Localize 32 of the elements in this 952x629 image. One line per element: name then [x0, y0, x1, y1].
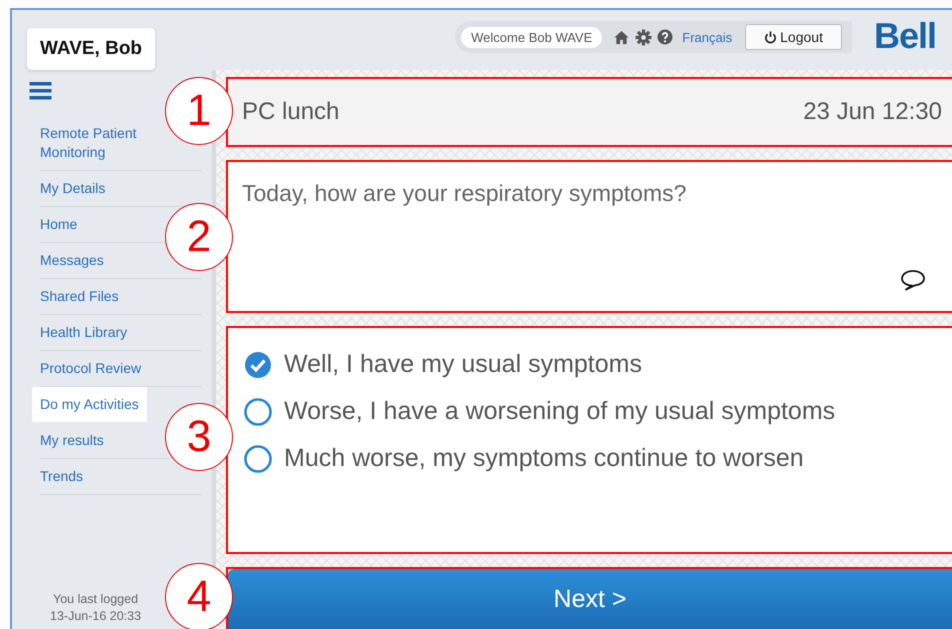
next-button[interactable]: Next > [228, 569, 952, 629]
activity-time: 23 Jun 12:30 [803, 98, 942, 126]
radio-button[interactable] [244, 444, 272, 472]
nav-item[interactable]: Messages [40, 243, 104, 278]
nav-item[interactable]: Remote Patient Monitoring [40, 124, 165, 170]
power-icon [764, 30, 778, 44]
option-label[interactable]: Much worse, my symptoms continue to worsen [284, 444, 804, 473]
nav-item[interactable]: My results [40, 423, 104, 458]
settings-icon[interactable] [635, 28, 652, 46]
option-label[interactable]: Worse, I have a worsening of my usual symptoms [284, 397, 836, 426]
last-login-text: 13-Jun-16 20:33 [50, 608, 142, 625]
nav-item[interactable]: Health Library [40, 315, 128, 350]
option-label[interactable]: Well, I have my usual symptoms [284, 350, 642, 379]
speech-bubble-icon[interactable] [900, 269, 926, 291]
nav-item[interactable]: Do my Activities [32, 387, 147, 422]
nav-item[interactable]: Protocol Review [40, 351, 142, 386]
radio-checked-icon[interactable] [244, 350, 272, 378]
logout-button[interactable]: Logout [745, 24, 842, 50]
nav-item[interactable]: My Details [40, 171, 106, 206]
home-icon[interactable] [613, 30, 630, 44]
radio-button[interactable] [244, 398, 272, 426]
help-icon[interactable] [657, 29, 674, 45]
last-login-text: You last logged [53, 591, 138, 608]
menu-icon[interactable] [29, 82, 52, 100]
nav-item[interactable]: Trends [40, 459, 84, 494]
language-link[interactable]: Français [682, 30, 732, 44]
welcome-label: Welcome Bob WAVE [461, 26, 602, 48]
logo: Bell [872, 15, 937, 57]
activity-title: PC lunch [242, 98, 340, 126]
question-text: Today, how are your respiratory symptoms? [242, 180, 688, 207]
nav-item[interactable]: Shared Files [40, 279, 119, 314]
nav-item[interactable]: Home [40, 207, 78, 242]
